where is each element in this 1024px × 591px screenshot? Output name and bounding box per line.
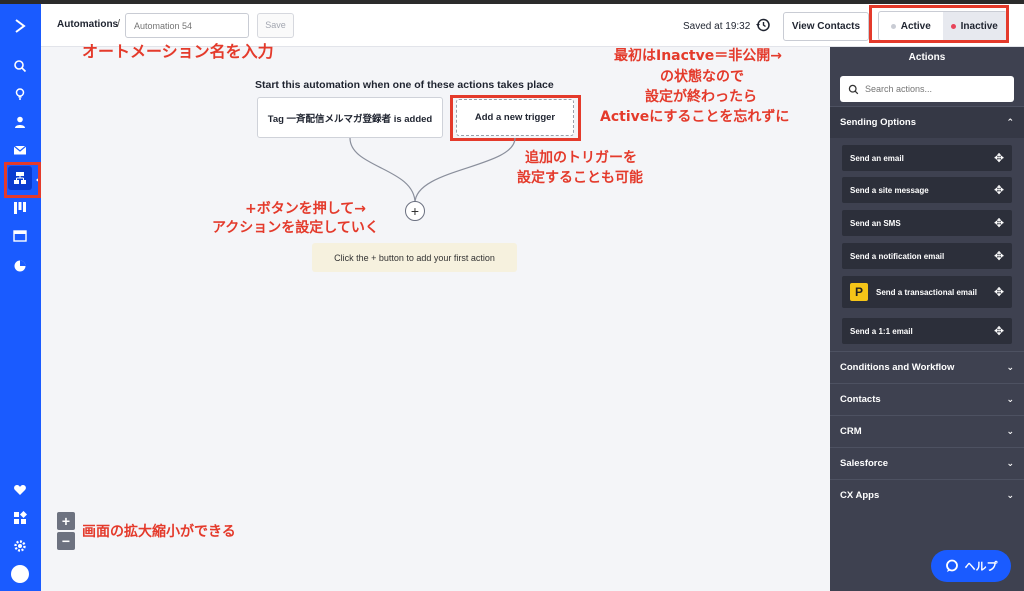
- action-search-input[interactable]: [865, 84, 1005, 94]
- search-icon[interactable]: [8, 54, 32, 78]
- action-label: Send an email: [850, 153, 904, 163]
- saved-status: Saved at 19:32: [683, 21, 751, 32]
- action-send-site-message[interactable]: Send a site message ✥: [842, 177, 1012, 203]
- actions-panel: Actions Sending Options ⌃ Send an email …: [830, 47, 1024, 591]
- save-button[interactable]: Save: [257, 13, 294, 38]
- action-send-1to1-email[interactable]: Send a 1:1 email ✥: [842, 318, 1012, 344]
- highlight-automations-nav: [4, 162, 41, 198]
- chevron-down-icon: ⌄: [1006, 362, 1014, 372]
- section-label: Conditions and Workflow: [840, 362, 955, 373]
- lightbulb-icon[interactable]: [8, 82, 32, 106]
- annotation-plus-1: +ボタンを押して→: [245, 201, 367, 217]
- action-label: Send a transactional email: [876, 287, 977, 297]
- annotation-plus-2: アクションを設定していく: [212, 220, 379, 236]
- left-nav: [0, 4, 41, 591]
- drag-handle-icon[interactable]: ✥: [994, 324, 1004, 338]
- highlight-add-trigger: [450, 95, 581, 141]
- heart-icon[interactable]: [8, 478, 32, 502]
- breadcrumb-separator: /: [117, 18, 121, 30]
- annotation-trigger-2: 設定することも可能: [517, 170, 643, 186]
- chevron-down-icon: ⌄: [1006, 426, 1014, 436]
- action-send-email[interactable]: Send an email ✥: [842, 145, 1012, 171]
- section-conditions-workflow[interactable]: Conditions and Workflow ⌄: [830, 351, 1024, 383]
- annotation-status-3: 設定が終わったら: [645, 89, 757, 105]
- section-label: Sending Options: [840, 117, 916, 128]
- add-action-hint: Click the + button to add your first act…: [312, 243, 517, 272]
- section-label: CRM: [840, 426, 862, 437]
- drag-handle-icon[interactable]: ✥: [994, 216, 1004, 230]
- email-icon[interactable]: [8, 138, 32, 162]
- zoom-out-button[interactable]: −: [57, 532, 75, 550]
- drag-handle-icon[interactable]: ✥: [994, 249, 1004, 263]
- section-salesforce[interactable]: Salesforce ⌄: [830, 447, 1024, 479]
- annotation-trigger-1: 追加のトリガーを: [525, 150, 637, 166]
- trigger-card[interactable]: Tag 一斉配信メルマガ登録者 is added: [257, 97, 443, 138]
- add-action-button[interactable]: +: [405, 201, 425, 221]
- annotation-status-4: Activeにすることを忘れずに: [600, 109, 790, 125]
- postmark-logo-icon: P: [850, 283, 868, 301]
- history-icon[interactable]: [755, 17, 771, 33]
- section-label: Contacts: [840, 394, 881, 405]
- chevron-down-icon: ⌄: [1006, 394, 1014, 404]
- action-send-notification-email[interactable]: Send a notification email ✥: [842, 243, 1012, 269]
- section-contacts[interactable]: Contacts ⌄: [830, 383, 1024, 415]
- chat-bubble-icon: [945, 559, 958, 572]
- apps-icon[interactable]: [8, 506, 32, 530]
- zoom-in-button[interactable]: +: [57, 512, 75, 530]
- chevron-up-icon: ⌃: [1006, 117, 1014, 127]
- reports-icon[interactable]: [8, 254, 32, 278]
- search-icon: [848, 84, 859, 94]
- action-label: Send an SMS: [850, 218, 901, 228]
- avatar[interactable]: [8, 562, 32, 586]
- breadcrumb[interactable]: Automations: [57, 19, 118, 30]
- highlight-status-toggle: [869, 5, 1009, 43]
- section-sending-options[interactable]: Sending Options ⌃: [830, 106, 1024, 138]
- view-contacts-button[interactable]: View Contacts: [783, 12, 869, 41]
- settings-icon[interactable]: [8, 534, 32, 558]
- chevron-down-icon: ⌄: [1006, 458, 1014, 468]
- drag-handle-icon[interactable]: ✥: [994, 183, 1004, 197]
- panel-title: Actions: [908, 52, 946, 63]
- section-label: Salesforce: [840, 458, 889, 469]
- chevron-down-icon: ⌄: [1006, 490, 1014, 500]
- action-send-transactional-email[interactable]: P Send a transactional email ✥: [842, 276, 1012, 308]
- action-label: Send a notification email: [850, 251, 945, 261]
- site-icon[interactable]: [8, 224, 32, 248]
- help-button[interactable]: ヘルプ: [931, 550, 1011, 582]
- section-crm[interactable]: CRM ⌄: [830, 415, 1024, 447]
- section-label: CX Apps: [840, 490, 880, 501]
- annotation-zoom: 画面の拡大縮小ができる: [82, 524, 236, 540]
- logo-icon[interactable]: [8, 14, 32, 38]
- action-label: Send a site message: [850, 185, 929, 195]
- section-cx-apps[interactable]: CX Apps ⌄: [830, 479, 1024, 511]
- drag-handle-icon[interactable]: ✥: [994, 151, 1004, 165]
- trigger-connectors: [349, 138, 516, 204]
- contacts-icon[interactable]: [8, 110, 32, 134]
- annotation-status-1: 最初はInactve＝非公開→: [614, 48, 782, 64]
- pipelines-icon[interactable]: [8, 196, 32, 220]
- action-send-sms[interactable]: Send an SMS ✥: [842, 210, 1012, 236]
- help-label: ヘルプ: [964, 561, 998, 573]
- annotation-name: オートメーション名を入力: [82, 42, 274, 61]
- annotation-status-2: の状態なので: [660, 69, 744, 85]
- automation-name-input[interactable]: [125, 13, 249, 38]
- drag-handle-icon[interactable]: ✥: [994, 285, 1004, 299]
- action-label: Send a 1:1 email: [850, 326, 913, 336]
- action-search[interactable]: [840, 76, 1014, 102]
- canvas-title: Start this automation when one of these …: [255, 79, 554, 91]
